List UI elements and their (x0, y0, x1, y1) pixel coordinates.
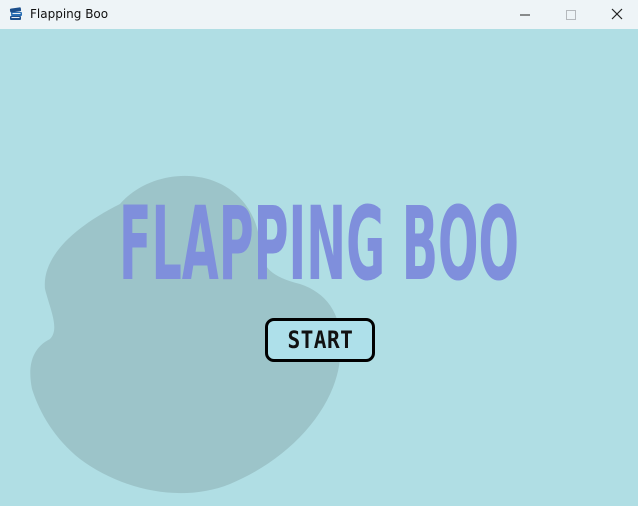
game-canvas[interactable]: FLAPPING BOO START (0, 29, 638, 506)
app-window: Flapping Boo FLAPPING BOO START (0, 0, 638, 506)
start-button[interactable]: START (265, 318, 375, 362)
minimize-button[interactable] (502, 0, 548, 29)
close-icon (611, 5, 623, 24)
maximize-button[interactable] (548, 0, 594, 29)
book-stack-icon (8, 6, 24, 22)
start-button-label: START (287, 326, 353, 354)
game-title: FLAPPING BOO (119, 189, 519, 289)
window-title: Flapping Boo (30, 7, 109, 21)
maximize-icon (566, 5, 576, 24)
title-bar[interactable]: Flapping Boo (0, 0, 638, 29)
game-title-text: FLAPPING BOO (119, 189, 519, 289)
minimize-icon (520, 5, 530, 24)
close-button[interactable] (594, 0, 638, 29)
